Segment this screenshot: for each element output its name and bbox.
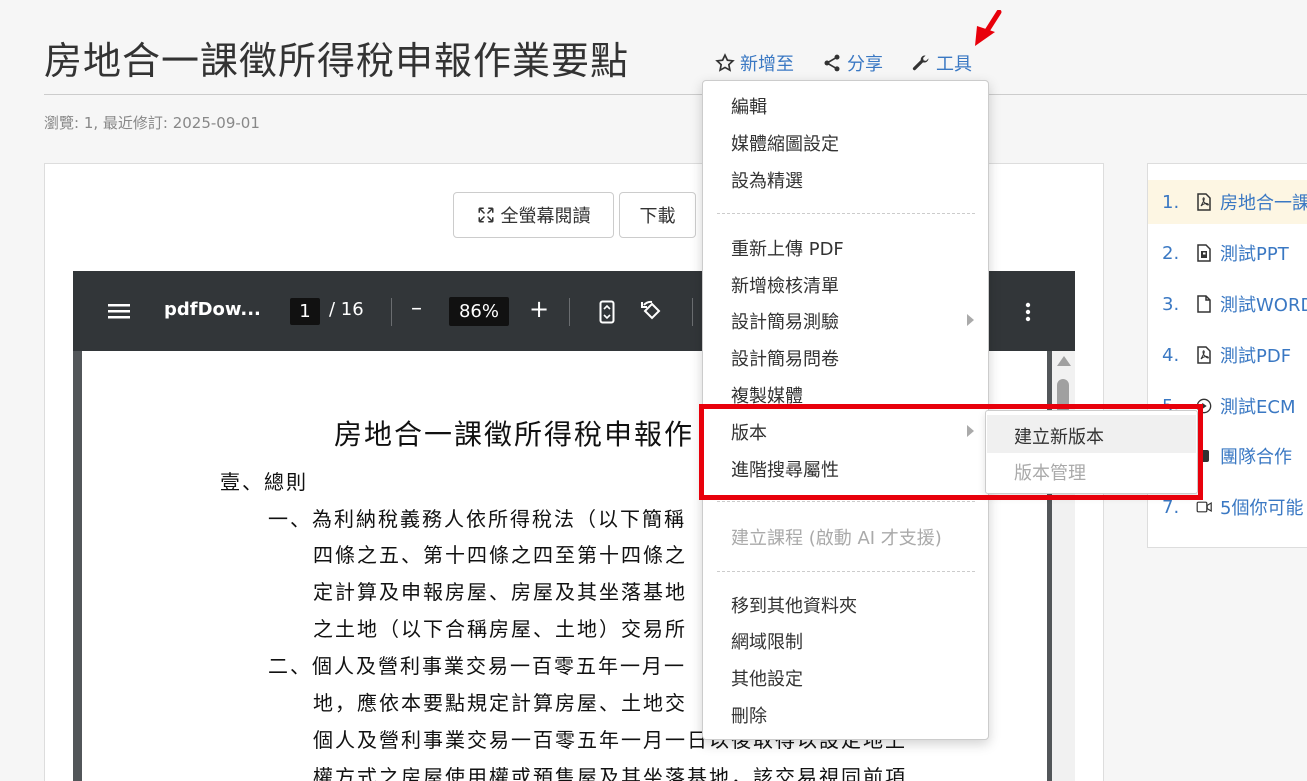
menu-item-design-survey[interactable]: 設計簡易問卷	[731, 345, 839, 371]
wrench-icon	[912, 55, 929, 71]
fit-page-icon[interactable]	[599, 300, 615, 324]
more-vertical-icon[interactable]	[1025, 302, 1031, 322]
toolbar-separator	[391, 298, 392, 326]
menu-item-create-course: 建立課程 (啟動 AI 才支援)	[731, 528, 942, 549]
share-icon	[824, 54, 840, 72]
pdf-file-icon	[1197, 346, 1211, 364]
menu-divider	[717, 213, 975, 214]
menu-item-delete[interactable]: 刪除	[731, 702, 767, 728]
download-button[interactable]: 下載	[619, 192, 696, 238]
menu-item-move-folder[interactable]: 移到其他資料夾	[731, 592, 857, 618]
pdf-text-line: 權方式之房屋使用權或預售屋及其坐落基地，該交易視同前項	[313, 765, 907, 781]
pdf-text-line: 之土地（以下合稱房屋、土地）交易所	[313, 617, 687, 641]
page-meta: 瀏覽: 1, 最近修訂: 2025-09-01	[44, 114, 260, 132]
menu-divider	[717, 501, 975, 502]
menu-item-reupload-pdf[interactable]: 重新上傳 PDF	[731, 235, 844, 261]
annotation-highlight-box	[699, 404, 1203, 500]
tools-button[interactable]: 工具	[911, 50, 972, 76]
sidebar-item-number: 1.	[1162, 191, 1180, 213]
file-icon	[1197, 295, 1211, 313]
share-button[interactable]: 分享	[822, 50, 883, 76]
sidebar-item-label: 測試WORD	[1220, 295, 1307, 316]
fullscreen-button[interactable]: 全螢幕閱讀	[453, 192, 614, 238]
sidebar-item-number: 4.	[1162, 344, 1180, 366]
sidebar-item-label: 測試PDF	[1220, 346, 1292, 367]
header-actions: 新增至 分享 工具	[715, 50, 1000, 76]
pdf-text-line: 地，應依本要點規定計算房屋、土地交	[313, 691, 687, 715]
pdf-file-icon	[1197, 193, 1211, 211]
video-icon	[1196, 501, 1212, 513]
page-number-input[interactable]: 1	[290, 298, 320, 325]
annotation-arrow-icon	[975, 10, 1002, 46]
menu-item-domain-restriction[interactable]: 網域限制	[731, 628, 803, 654]
sidebar-item-label: 5個你可能	[1220, 498, 1304, 519]
sidebar-item-label: 房地合一課	[1220, 193, 1307, 214]
menu-item-design-quiz[interactable]: 設計簡易測驗	[731, 308, 839, 334]
zoom-in-button[interactable]: +	[529, 295, 549, 323]
sidebar-item[interactable]: 4. 測試PDF	[1148, 333, 1307, 377]
zoom-out-button[interactable]: –	[411, 296, 422, 321]
zoom-input[interactable]: 86%	[449, 297, 509, 326]
pdf-text-line: 定計算及申報房屋、房屋及其坐落基地	[313, 580, 687, 604]
sidebar-item-label: 測試ECM	[1220, 397, 1296, 418]
ppt-file-icon	[1197, 244, 1211, 262]
sidebar-item-label: 團隊合作	[1220, 447, 1292, 468]
menu-divider	[717, 571, 975, 572]
download-label: 下載	[639, 206, 676, 227]
share-label: 分享	[847, 54, 883, 75]
sidebar-item-label: 測試PPT	[1220, 244, 1289, 265]
sidebar-item-number: 3.	[1162, 293, 1180, 315]
sidebar-item[interactable]: 3. 測試WORD	[1148, 282, 1307, 326]
star-outline-icon	[715, 53, 735, 72]
pdf-text-line: 壹、總則	[220, 470, 308, 494]
rotate-icon[interactable]	[640, 299, 664, 323]
fullscreen-label: 全螢幕閱讀	[500, 206, 591, 227]
expand-icon	[478, 207, 493, 223]
submenu-caret-icon	[967, 314, 974, 326]
sidebar-item-number: 2.	[1162, 242, 1180, 264]
add-to-button[interactable]: 新增至	[715, 50, 794, 76]
sidebar-item[interactable]: 1. 房地合一課	[1148, 180, 1307, 224]
pdf-document-title: 房地合一課徵所得稅申報作	[334, 418, 695, 451]
menu-item-set-featured[interactable]: 設為精選	[731, 167, 803, 193]
scroll-up-arrow-icon[interactable]	[1057, 356, 1071, 366]
toolbar-separator	[692, 298, 693, 326]
menu-item-edit[interactable]: 編輯	[731, 93, 767, 119]
pdf-filename: pdfDow...	[164, 299, 261, 320]
menu-item-other-settings[interactable]: 其他設定	[731, 665, 803, 691]
menu-item-add-checklist[interactable]: 新增檢核清單	[731, 272, 839, 298]
pdf-text-line: 一、為利納稅義務人依所得稅法（以下簡稱	[268, 507, 686, 531]
menu-icon[interactable]	[108, 301, 130, 321]
menu-item-thumbnail-settings[interactable]: 媒體縮圖設定	[731, 130, 839, 156]
title-divider	[44, 94, 1307, 95]
pdf-text-line: 四條之五、第十四條之四至第十四條之	[313, 543, 687, 567]
page-total: / 16	[329, 299, 364, 320]
toolbar-separator	[569, 298, 570, 326]
sidebar-item[interactable]: 2. 測試PPT	[1148, 231, 1307, 275]
page-title: 房地合一課徵所得稅申報作業要點	[44, 39, 630, 83]
add-to-label: 新增至	[740, 54, 794, 75]
pdf-text-line: 二、個人及營利事業交易一百零五年一月一	[268, 654, 686, 678]
